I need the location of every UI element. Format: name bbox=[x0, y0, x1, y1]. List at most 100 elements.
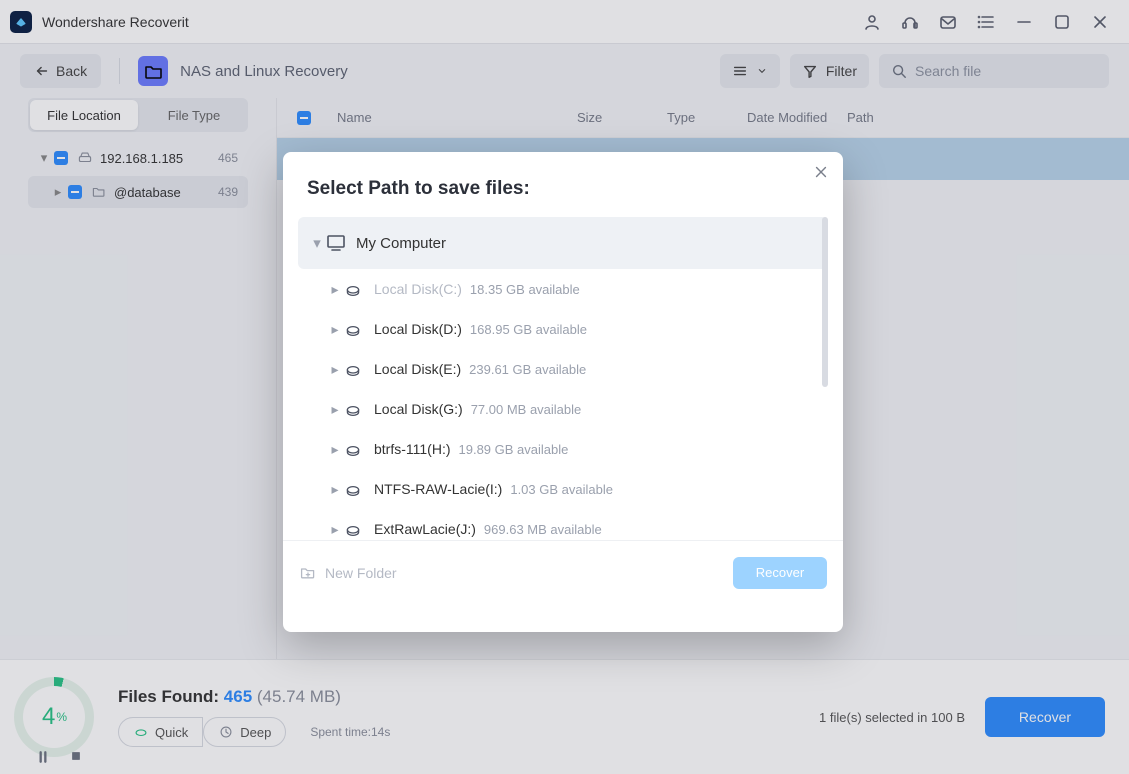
app-logo bbox=[10, 11, 32, 33]
minimize-icon[interactable] bbox=[1005, 3, 1043, 41]
tree-item-ip[interactable]: ▾ 192.168.1.185 465 bbox=[28, 142, 248, 174]
dialog-recover-button[interactable]: Recover bbox=[733, 557, 827, 589]
save-path-dialog: Select Path to save files: ▾ My Computer… bbox=[283, 152, 843, 632]
disk-name: NTFS-RAW-Lacie(I:) bbox=[374, 481, 502, 497]
progress-donut: 4% bbox=[14, 677, 94, 757]
disk-name: Local Disk(G:) bbox=[374, 401, 463, 417]
selection-info: 1 file(s) selected in 100 B bbox=[819, 710, 965, 725]
list-header: Name Size Type Date Modified Path bbox=[277, 98, 1129, 138]
tab-file-type[interactable]: File Type bbox=[140, 98, 248, 132]
caret-right-icon: ▸ bbox=[326, 481, 344, 498]
sidebar-tabs: File Location File Type bbox=[28, 98, 248, 132]
caret-right-icon: ▸ bbox=[326, 361, 344, 378]
toolbar: Back NAS and Linux Recovery Filter bbox=[0, 44, 1129, 98]
disk-name: Local Disk(C:) bbox=[374, 281, 462, 297]
path-disk: ▸ Local Disk(C:) 18.35 GB available bbox=[298, 269, 828, 309]
progress-value: 4 bbox=[42, 703, 55, 731]
col-date[interactable]: Date Modified bbox=[747, 110, 847, 125]
tree-item-database[interactable]: ▸ @database 439 bbox=[28, 176, 248, 208]
path-disk[interactable]: ▸ Local Disk(E:) 239.61 GB available bbox=[298, 349, 828, 389]
hdd-icon bbox=[344, 321, 364, 337]
menu-icon[interactable] bbox=[967, 3, 1005, 41]
monitor-icon bbox=[326, 233, 346, 253]
header-checkbox[interactable] bbox=[297, 111, 311, 125]
disk-available: 1.03 GB available bbox=[510, 482, 613, 497]
pause-icon[interactable] bbox=[36, 750, 50, 764]
close-icon[interactable] bbox=[1081, 3, 1119, 41]
path-disk[interactable]: ▸ ExtRawLacie(J:) 969.63 MB available bbox=[298, 509, 828, 540]
dialog-close-icon[interactable] bbox=[813, 164, 829, 185]
caret-right-icon: ▸ bbox=[326, 281, 344, 298]
back-button[interactable]: Back bbox=[20, 54, 101, 88]
account-icon[interactable] bbox=[853, 3, 891, 41]
app-title: Wondershare Recoverit bbox=[42, 14, 189, 30]
hdd-icon bbox=[344, 441, 364, 457]
col-type[interactable]: Type bbox=[667, 110, 747, 125]
progress-unit: % bbox=[56, 710, 67, 724]
disk-available: 18.35 GB available bbox=[470, 282, 580, 297]
tree-count: 465 bbox=[218, 151, 238, 165]
scan-mode-toggle: Quick Deep Spent time:14s bbox=[118, 717, 390, 747]
recovery-mode-icon bbox=[138, 56, 168, 86]
caret-right-icon: ▸ bbox=[326, 521, 344, 538]
mail-icon[interactable] bbox=[929, 3, 967, 41]
caret-right-icon: ▸ bbox=[326, 441, 344, 458]
disk-available: 969.63 MB available bbox=[484, 522, 602, 537]
hdd-icon bbox=[344, 361, 364, 377]
new-folder-button[interactable]: New Folder bbox=[299, 565, 397, 581]
hdd-icon bbox=[344, 401, 364, 417]
tree-label: @database bbox=[114, 185, 181, 200]
scan-mode-deep[interactable]: Deep bbox=[203, 717, 286, 747]
search-input[interactable] bbox=[915, 63, 1097, 79]
dialog-footer: New Folder Recover bbox=[283, 540, 843, 604]
path-my-computer[interactable]: ▾ My Computer bbox=[298, 217, 828, 269]
tree-count: 439 bbox=[218, 185, 238, 199]
hdd-icon bbox=[344, 281, 364, 297]
caret-right-icon: ▸ bbox=[326, 401, 344, 418]
search-box[interactable] bbox=[879, 54, 1109, 88]
path-list: ▾ My Computer ▸ Local Disk(C:) 18.35 GB av… bbox=[297, 216, 829, 540]
disk-name: btrfs-111(H:) bbox=[374, 441, 451, 457]
tree-label: 192.168.1.185 bbox=[100, 151, 183, 166]
support-icon[interactable] bbox=[891, 3, 929, 41]
hdd-icon bbox=[344, 521, 364, 537]
disk-name: Local Disk(E:) bbox=[374, 361, 461, 377]
recover-button[interactable]: Recover bbox=[985, 697, 1105, 737]
stop-icon[interactable] bbox=[70, 750, 82, 762]
hdd-icon bbox=[344, 481, 364, 497]
checkbox-indeterminate[interactable] bbox=[54, 151, 68, 165]
sidebar: File Location File Type ▾ 192.168.1.185 … bbox=[0, 98, 276, 659]
caret-right-icon: ▸ bbox=[326, 321, 344, 338]
scrollbar[interactable] bbox=[822, 217, 828, 387]
col-size[interactable]: Size bbox=[577, 110, 667, 125]
path-disk[interactable]: ▸ btrfs-111(H:) 19.89 GB available bbox=[298, 429, 828, 469]
col-path[interactable]: Path bbox=[847, 110, 1109, 125]
files-found-line: Files Found: 465 (45.74 MB) bbox=[118, 687, 390, 707]
bottom-bar: 4% Files Found: 465 (45.74 MB) Quick Dee… bbox=[0, 659, 1129, 774]
view-mode-button[interactable] bbox=[720, 54, 780, 88]
disk-available: 239.61 GB available bbox=[469, 362, 586, 377]
tab-file-location[interactable]: File Location bbox=[30, 100, 138, 130]
path-disk[interactable]: ▸ NTFS-RAW-Lacie(I:) 1.03 GB available bbox=[298, 469, 828, 509]
recovery-mode-label: NAS and Linux Recovery bbox=[180, 63, 348, 80]
caret-right-icon: ▸ bbox=[52, 184, 64, 200]
disk-available: 168.95 GB available bbox=[470, 322, 587, 337]
maximize-icon[interactable] bbox=[1043, 3, 1081, 41]
scan-mode-quick[interactable]: Quick bbox=[118, 717, 203, 747]
col-name[interactable]: Name bbox=[337, 110, 577, 125]
disk-available: 77.00 MB available bbox=[471, 402, 582, 417]
checkbox-indeterminate[interactable] bbox=[68, 185, 82, 199]
back-label: Back bbox=[56, 63, 87, 79]
filter-button[interactable]: Filter bbox=[790, 54, 869, 88]
disk-available: 19.89 GB available bbox=[459, 442, 569, 457]
filter-label: Filter bbox=[826, 63, 857, 79]
disk-name: ExtRawLacie(J:) bbox=[374, 521, 476, 537]
path-disk[interactable]: ▸ Local Disk(D:) 168.95 GB available bbox=[298, 309, 828, 349]
dialog-title: Select Path to save files: bbox=[283, 152, 843, 216]
title-bar: Wondershare Recoverit bbox=[0, 0, 1129, 44]
caret-down-icon: ▾ bbox=[38, 150, 50, 166]
caret-down-icon: ▾ bbox=[308, 234, 326, 252]
spent-time: Spent time:14s bbox=[310, 725, 390, 739]
disk-name: Local Disk(D:) bbox=[374, 321, 462, 337]
path-disk[interactable]: ▸ Local Disk(G:) 77.00 MB available bbox=[298, 389, 828, 429]
